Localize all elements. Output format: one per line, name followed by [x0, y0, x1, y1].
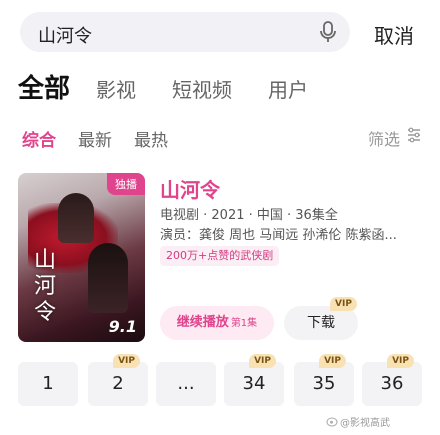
episode-button-more[interactable]: ... [156, 362, 216, 406]
vip-tag: VIP [387, 354, 414, 368]
episode-number: 35 [312, 373, 336, 394]
poster-figure [58, 193, 94, 243]
episode-button[interactable]: 1 [18, 362, 78, 406]
episode-button[interactable]: 34 VIP [224, 354, 284, 406]
tab-film[interactable]: 影视 [96, 74, 136, 103]
episode-button[interactable]: 36 VIP [362, 354, 422, 406]
continue-play-label: 继续播放 [176, 315, 229, 330]
episode-button[interactable]: 35 VIP [294, 354, 354, 406]
download-vip-tag: VIP [330, 297, 357, 311]
episode-ellipsis: ... [177, 373, 195, 394]
vip-tag: VIP [249, 354, 276, 368]
rating-score: 9.1 [108, 317, 137, 336]
episode-number: 1 [42, 373, 54, 394]
poster-title-art: 山河令 [34, 248, 57, 325]
vip-tag: VIP [319, 354, 346, 368]
weibo-icon [326, 417, 338, 427]
continue-play-button[interactable]: 继续播放 第1集 [160, 306, 274, 340]
tab-users[interactable]: 用户 [268, 74, 308, 103]
episode-button[interactable]: 2 VIP [88, 354, 148, 406]
continue-play-episode: 第1集 [230, 318, 258, 329]
cancel-button[interactable]: 取消 [374, 20, 414, 49]
filter-button[interactable]: 筛选 [368, 126, 400, 150]
show-poster[interactable]: 山河令 独播 9.1 [18, 173, 145, 342]
search-input[interactable]: 山河令 [38, 22, 92, 48]
poster-figure [88, 243, 128, 313]
subtab-latest[interactable]: 最新 [78, 126, 112, 151]
filter-icon[interactable] [406, 127, 422, 143]
show-cast: 演员：龚俊 周也 马闻远 孙浠伦 陈紫函... [160, 228, 397, 243]
vip-tag: VIP [113, 354, 140, 368]
search-bar[interactable]: 山河令 [20, 12, 350, 52]
episode-number: 36 [380, 373, 404, 394]
watermark: @影视高武 [340, 418, 390, 429]
episode-number: 34 [242, 373, 266, 394]
subtab-comprehensive[interactable]: 综合 [22, 126, 56, 151]
tab-all[interactable]: 全部 [18, 68, 70, 105]
episode-number: 2 [112, 373, 124, 394]
show-meta: 电视剧 · 2021 · 中国 · 36集全 [160, 208, 338, 223]
microphone-icon[interactable] [316, 20, 340, 44]
tab-short-video[interactable]: 短视频 [172, 74, 232, 103]
exclusive-badge: 独播 [107, 173, 145, 195]
subtab-hottest[interactable]: 最热 [134, 126, 168, 151]
download-button[interactable]: 下载 [284, 306, 358, 340]
popularity-tag[interactable]: 200万+点赞的武侠剧 [160, 246, 280, 266]
show-title[interactable]: 山河令 [160, 174, 220, 203]
